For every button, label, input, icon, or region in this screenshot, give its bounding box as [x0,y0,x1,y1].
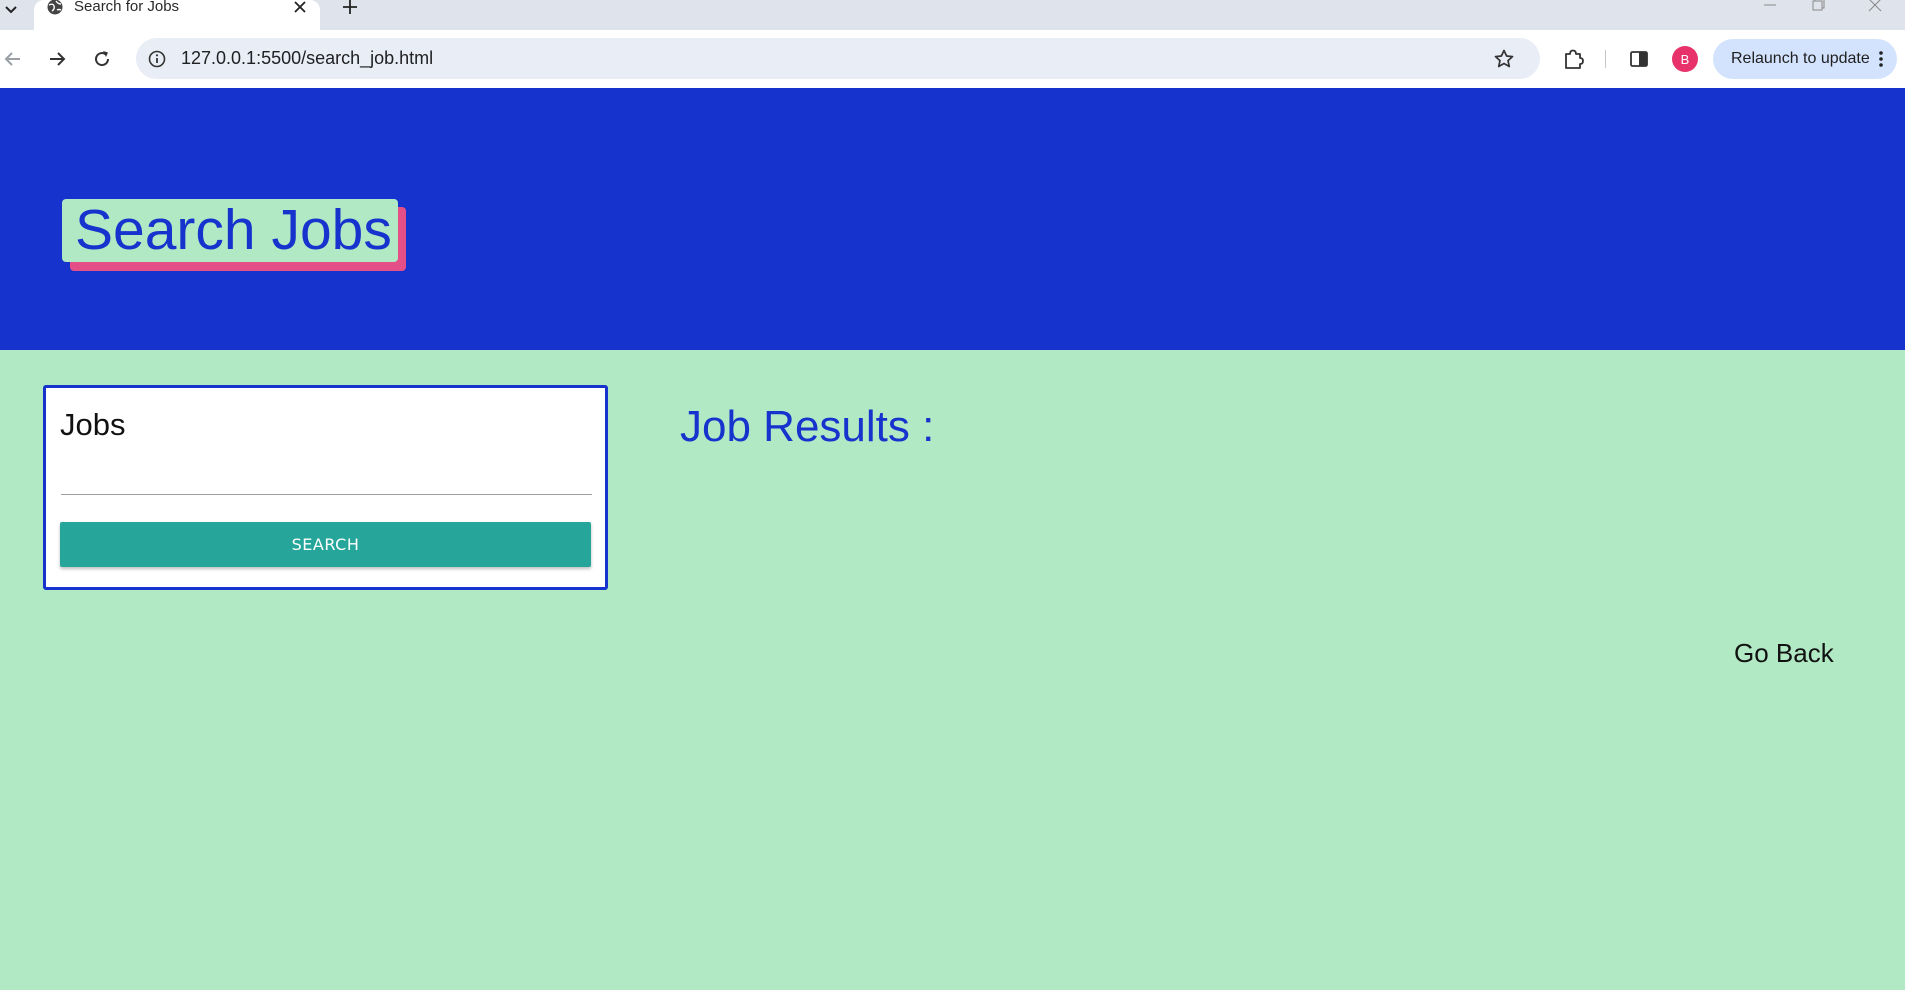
reload-icon[interactable] [85,42,119,76]
avatar[interactable]: B [1672,46,1698,72]
star-icon[interactable] [1492,47,1516,71]
address-bar[interactable]: 127.0.0.1:5500/search_job.html [136,38,1540,79]
page-title: Search Jobs [62,199,398,262]
results-heading: Job Results : [680,402,935,451]
search-label: Jobs [60,407,126,442]
kebab-menu-icon[interactable] [1869,47,1893,71]
restore-icon[interactable] [1803,0,1833,16]
tab-list-chevron-icon[interactable] [0,0,22,20]
tab-title: Search for Jobs [74,0,180,15]
tab-strip: Search for Jobs [0,0,1905,30]
search-button[interactable]: SEARCH [60,522,591,567]
relaunch-label: Relaunch to update [1731,50,1870,67]
plus-icon[interactable] [338,0,362,18]
browser-tab[interactable]: Search for Jobs [34,0,320,30]
arrow-right-icon[interactable] [40,42,74,76]
search-card: Jobs SEARCH [43,385,608,590]
go-back-link[interactable]: Go Back [1734,638,1834,669]
hero-title-wrap: Search Jobs [62,199,406,271]
relaunch-button[interactable]: Relaunch to update [1713,39,1897,79]
search-input[interactable] [61,454,592,495]
side-panel-icon[interactable] [1623,43,1655,75]
info-icon[interactable] [146,48,168,70]
url-text[interactable]: 127.0.0.1:5500/search_job.html [181,48,433,69]
puzzle-icon[interactable] [1557,43,1589,75]
browser-toolbar: 127.0.0.1:5500/search_job.html B Relaunc… [0,30,1905,88]
minimize-icon[interactable] [1755,0,1785,16]
globe-icon [46,0,64,16]
close-window-icon[interactable] [1860,0,1890,16]
hero-banner: Search Jobs [0,88,1905,350]
arrow-left-icon[interactable] [0,42,30,76]
toolbar-separator [1605,50,1606,68]
close-icon[interactable] [290,0,310,17]
